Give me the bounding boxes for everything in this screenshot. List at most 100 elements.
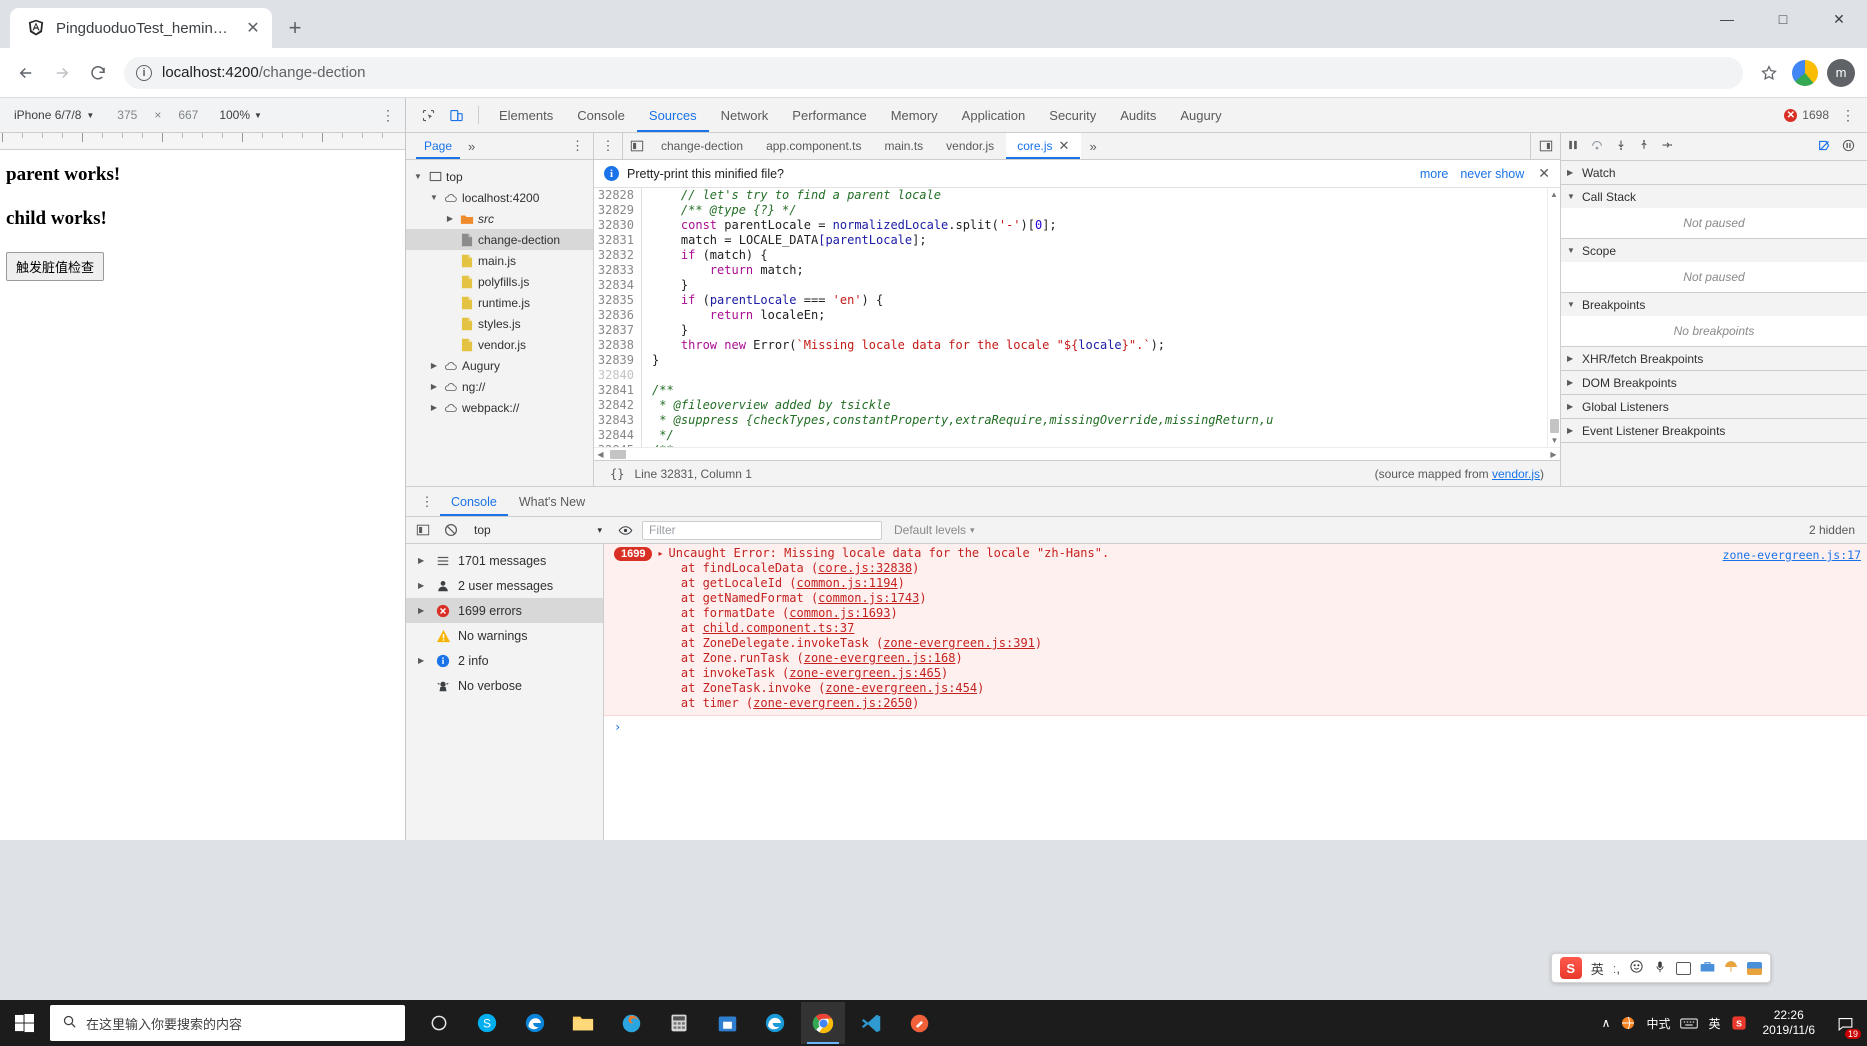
tab-console[interactable]: Console [565,98,637,132]
more-vertical-icon[interactable]: ⋮ [375,107,401,124]
hscrollbar-thumb[interactable] [610,449,626,459]
pause-on-exceptions-icon[interactable] [1842,139,1861,155]
horizontal-scrollbar[interactable]: ◀ ▶ [594,447,1560,460]
code-line[interactable]: 32833 return match; [594,263,1560,278]
profile-ring-icon[interactable] [1789,57,1821,89]
stack-frame-link[interactable]: child.component.ts:37 [703,621,855,635]
chevron-up-icon[interactable]: ∧ [1602,1016,1611,1030]
stack-frame-link[interactable]: zone-evergreen.js:391 [883,636,1035,650]
live-expression-icon[interactable] [614,523,636,538]
code-line[interactable]: 32830 const parentLocale = normalizedLoc… [594,218,1560,233]
step-icon[interactable] [1661,139,1673,154]
code-line[interactable]: 32832 if (match) { [594,248,1560,263]
browser-tab[interactable]: PingduoduoTest_heminghu ✕ [10,8,272,48]
stack-frame-link[interactable]: zone-evergreen.js:454 [825,681,977,695]
debugger-section-header[interactable]: ▶ DOM Breakpoints [1561,371,1867,394]
scroll-left-icon[interactable]: ◀ [594,450,607,459]
scrollbar-thumb[interactable] [1550,419,1559,433]
editor-tab-change-dection[interactable]: change-dection [650,133,755,159]
stack-frame-link[interactable]: zone-evergreen.js:2650 [753,696,912,710]
drawer-tab-console[interactable]: Console [440,487,508,516]
debugger-section-header[interactable]: ▶ Global Listeners [1561,395,1867,418]
toggle-device-toolbar-icon[interactable] [442,101,470,129]
chevron-right-icon[interactable]: ▶ [418,556,428,565]
tab-sources[interactable]: Sources [637,98,709,132]
tab-performance[interactable]: Performance [780,98,878,132]
file-tree-node[interactable]: main.js [406,250,593,271]
close-icon[interactable]: ✕ [242,17,264,39]
address-bar[interactable]: i localhost:4200/change-dection [124,56,1743,89]
stack-frame-link[interactable]: zone-evergreen.js:168 [804,651,956,665]
code-viewport[interactable]: 32828 // let's try to find a parent loca… [594,188,1560,447]
console-context-selector[interactable]: top ▾ [468,520,608,540]
chevron-right-icon[interactable]: ▶ [428,403,440,412]
line-number[interactable]: 32834 [594,278,642,293]
drawer-tab-whats-new[interactable]: What's New [508,487,596,516]
lang-en-icon[interactable]: 英 [1708,1015,1720,1032]
more-vertical-icon[interactable]: ⋮ [1837,107,1859,124]
code-line[interactable]: 32840 [594,368,1560,383]
line-number[interactable]: 32840 [594,368,642,383]
line-number[interactable]: 32839 [594,353,642,368]
keyboard-tray-icon[interactable] [1680,1017,1699,1030]
debugger-section-header[interactable]: ▼ Breakpoints [1561,293,1867,316]
console-sidebar-item[interactable]: No verbose [406,673,603,698]
console-error-source-link[interactable]: zone-evergreen.js:17 [1723,548,1861,562]
step-out-icon[interactable] [1638,139,1650,154]
code-line[interactable]: 32838 throw new Error(`Missing locale da… [594,338,1560,353]
console-error-header[interactable]: 1699 ▸ Uncaught Error: Missing locale da… [604,546,1867,561]
device-select[interactable]: iPhone 6/7/8 ▼ [4,108,104,122]
chevron-double-right-icon[interactable]: » [462,139,481,154]
device-height-input[interactable]: 667 [165,108,211,122]
code-line[interactable]: 32841 /** [594,383,1560,398]
stack-frame-link[interactable]: common.js:1194 [797,576,898,590]
sogou-s-icon[interactable]: S [1731,1015,1747,1031]
scroll-right-icon[interactable]: ▶ [1547,450,1560,459]
tab-application[interactable]: Application [950,98,1038,132]
code-line[interactable]: 32835 if (parentLocale === 'en') { [594,293,1560,308]
taskbar-search-box[interactable]: 在这里输入你要搜索的内容 [50,1005,405,1041]
debugger-section-header[interactable]: ▼ Scope [1561,239,1867,262]
keyboard-icon[interactable] [1676,961,1691,975]
file-tree-node[interactable]: runtime.js [406,292,593,313]
line-number[interactable]: 32838 [594,338,642,353]
microphone-icon[interactable] [1653,960,1667,977]
inspect-element-icon[interactable] [414,101,442,129]
tab-elements[interactable]: Elements [487,98,565,132]
close-icon[interactable]: ✕ [1059,138,1070,154]
code-line[interactable]: 32844 */ [594,428,1560,443]
line-number[interactable]: 32842 [594,398,642,413]
tab-security[interactable]: Security [1037,98,1108,132]
clear-console-icon[interactable] [440,523,462,537]
chrome-icon[interactable] [801,1002,845,1044]
console-prompt[interactable]: › [604,716,1867,734]
sogou-logo-icon[interactable]: S [1559,957,1582,979]
code-line[interactable]: 32834 } [594,278,1560,293]
infobar-more-link[interactable]: more [1420,167,1448,181]
infobar-never-show-link[interactable]: never show [1460,167,1524,181]
editor-tab-main-ts[interactable]: main.ts [873,133,935,159]
file-tree-node[interactable]: ▶ Augury [406,355,593,376]
debugger-section-header[interactable]: ▶ Watch [1561,161,1867,184]
stack-frame-link[interactable]: core.js:32838 [818,561,912,575]
tab-network[interactable]: Network [709,98,781,132]
file-explorer-icon[interactable] [561,1002,605,1044]
debugger-section-header[interactable]: ▼ Call Stack [1561,185,1867,208]
file-tree-node[interactable]: ▶ src [406,208,593,229]
console-levels-select[interactable]: Default levels ▾ [888,523,981,537]
line-number[interactable]: 32833 [594,263,642,278]
file-tree-node[interactable]: polyfills.js [406,271,593,292]
notification-center-icon[interactable]: 19 [1831,1008,1861,1039]
tab-augury[interactable]: Augury [1168,98,1233,132]
source-map-link[interactable]: vendor.js [1492,467,1540,481]
edge-icon[interactable] [513,1002,557,1044]
line-number[interactable]: 32835 [594,293,642,308]
show-debugger-sidebar-icon[interactable] [1530,133,1560,159]
more-vertical-icon[interactable]: ⋮ [414,494,440,510]
pause-icon[interactable] [1567,139,1579,154]
ime-toolbar[interactable]: S 英 ː, [1550,953,1771,983]
new-tab-button[interactable]: + [278,11,312,45]
code-line[interactable]: 32828 // let's try to find a parent loca… [594,188,1560,203]
show-console-sidebar-icon[interactable] [412,523,434,537]
vertical-scrollbar[interactable]: ▲ ▼ [1547,188,1560,447]
